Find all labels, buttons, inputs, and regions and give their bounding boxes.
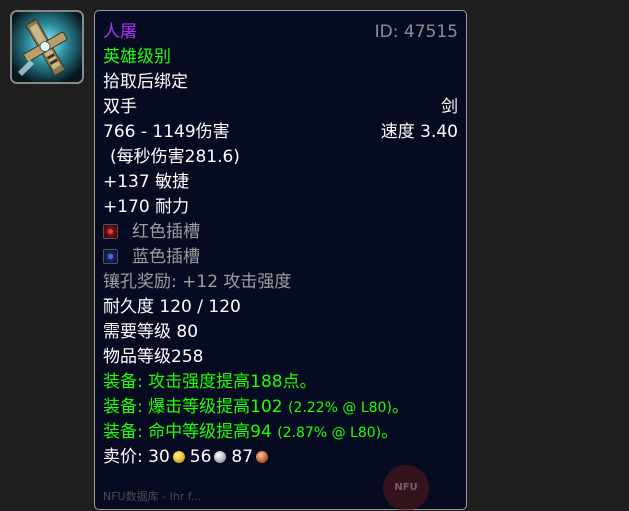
item-dps: (每秒伤害281.6)	[110, 147, 240, 167]
item-tooltip: 人屠 ID: 47515 英雄级别 拾取后绑定 双手 剑 766 - 1149伤…	[94, 10, 467, 510]
equip-prefix: 装备:	[103, 397, 143, 417]
stat-agility: +137 敏捷	[103, 172, 190, 192]
silver-coin-icon	[214, 451, 227, 463]
item-level: 物品等级258	[103, 347, 204, 367]
gold-coin-icon	[172, 451, 185, 463]
socket-bonus: 镶孔奖励: +12 攻击强度	[103, 272, 292, 292]
red-socket-icon	[103, 224, 118, 239]
footer-source-text: NFU数据库 - Ihr f...	[103, 490, 202, 503]
item-id: ID: 47515	[374, 22, 458, 42]
equip-text[interactable]: 命中等级提高94	[148, 422, 272, 442]
site-watermark: NFU	[383, 465, 429, 511]
item-binding: 拾取后绑定	[103, 72, 188, 92]
item-durability: 耐久度 120 / 120	[103, 297, 241, 317]
socket-blue-label: 蓝色插槽	[132, 247, 200, 267]
equip-rating: (2.22% @ L80)	[288, 400, 392, 416]
item-quality: 英雄级别	[103, 47, 171, 67]
copper-coin-icon	[256, 451, 269, 463]
equip-text[interactable]: 攻击强度提高188点。	[148, 372, 316, 392]
sell-price-label: 卖价:	[103, 447, 143, 467]
equip-suffix: 。	[381, 422, 399, 442]
sword-hilt-icon	[12, 12, 82, 82]
item-speed: 速度 3.40	[380, 122, 458, 142]
equip-text[interactable]: 爆击等级提高102	[148, 397, 282, 417]
equip-rating: (2.87% @ L80)	[277, 425, 382, 441]
item-type: 剑	[441, 97, 458, 117]
equip-effect-attack-power: 装备: 攻击强度提高188点。	[103, 370, 458, 395]
item-damage: 766 - 1149伤害	[103, 122, 230, 142]
item-slot-row: 双手 剑	[103, 95, 458, 120]
sell-copper: 87	[231, 447, 254, 467]
item-slot: 双手	[103, 97, 137, 117]
item-name: 人屠	[103, 22, 137, 42]
equip-effect-crit: 装备: 爆击等级提高102 (2.22% @ L80)。	[103, 395, 458, 420]
blue-socket-icon	[103, 249, 118, 264]
item-required-level: 需要等级 80	[103, 322, 199, 342]
tooltip-header: 人屠 ID: 47515	[103, 20, 458, 45]
item-icon[interactable]	[10, 10, 84, 84]
socket-red-label: 红色插槽	[132, 222, 200, 242]
sell-silver: 56	[189, 447, 212, 467]
equip-prefix: 装备:	[103, 422, 143, 442]
socket-blue: 蓝色插槽	[103, 245, 458, 270]
equip-suffix: 。	[391, 397, 409, 417]
socket-red: 红色插槽	[103, 220, 458, 245]
sell-gold: 30	[148, 447, 170, 467]
equip-prefix: 装备:	[103, 372, 143, 392]
stat-stamina: +170 耐力	[103, 197, 190, 217]
item-damage-row: 766 - 1149伤害 速度 3.40	[103, 120, 458, 145]
equip-effect-hit: 装备: 命中等级提高94 (2.87% @ L80)。	[103, 420, 458, 445]
